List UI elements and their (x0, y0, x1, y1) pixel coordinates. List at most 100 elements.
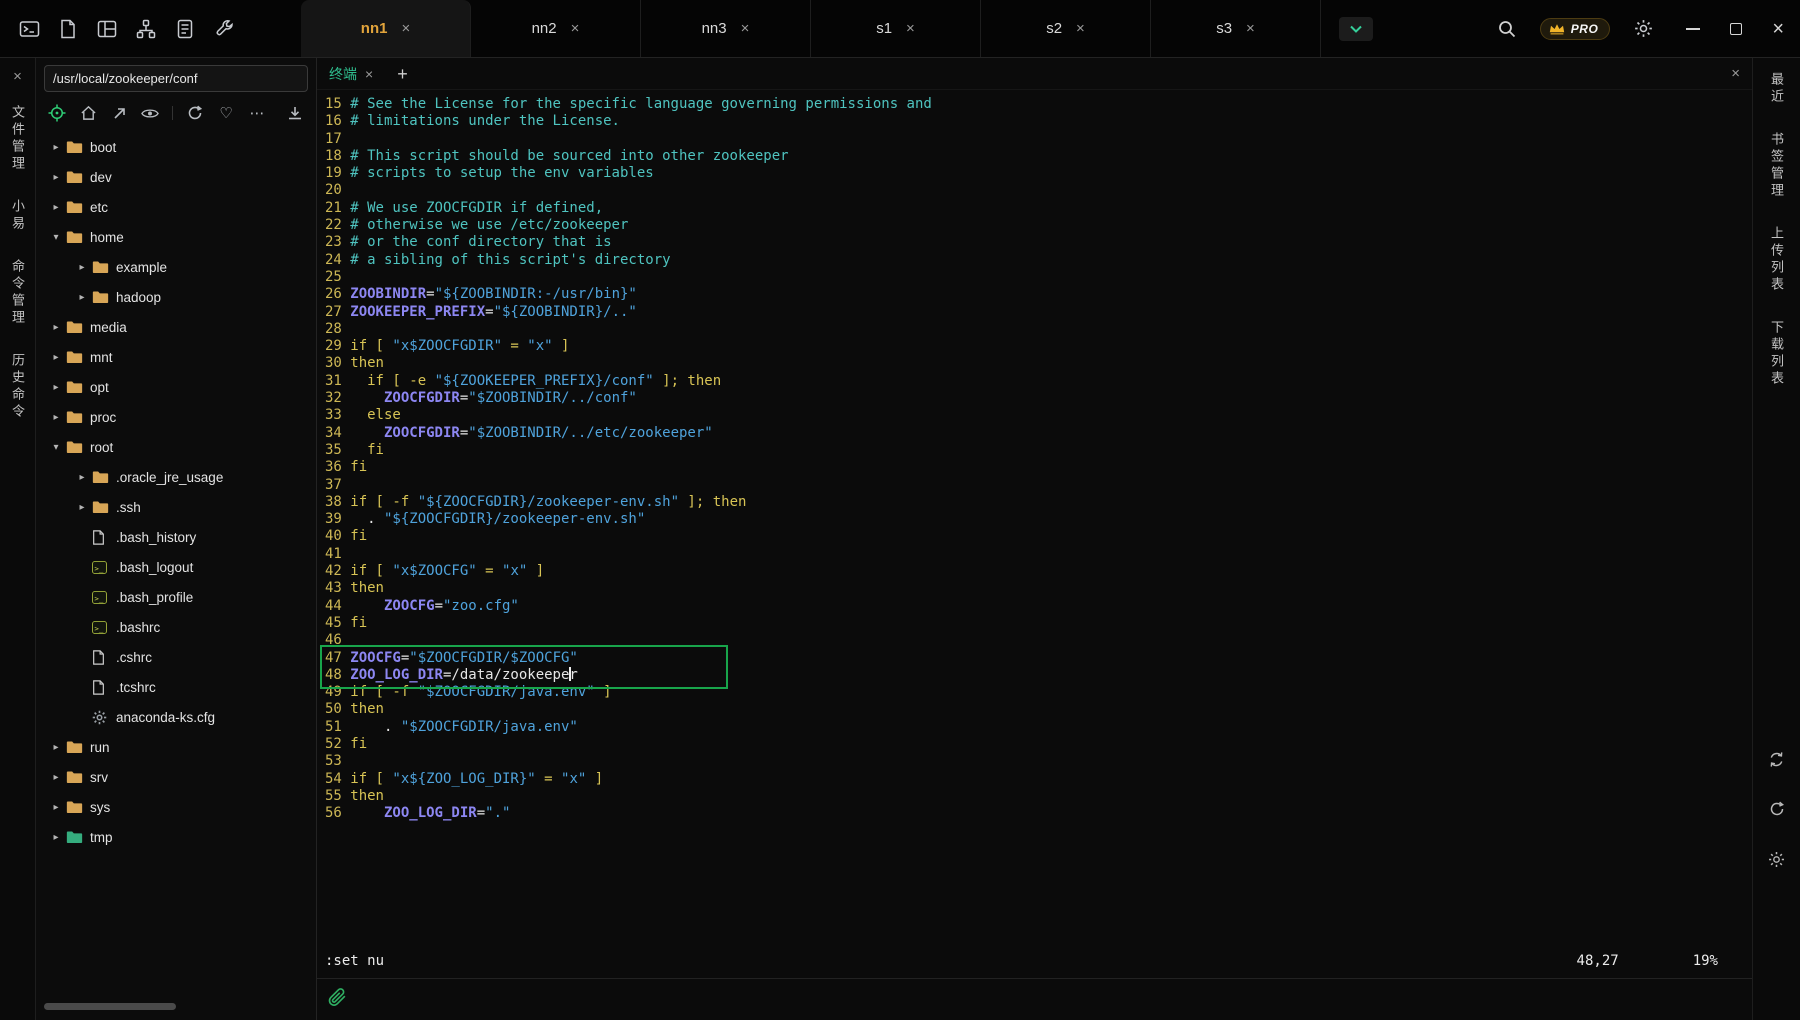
chevron-right-icon[interactable]: ▸ (72, 502, 92, 513)
tree-item-.bash_profile[interactable]: >_.bash_profile (36, 582, 316, 612)
session-tab-s1[interactable]: s1× (811, 0, 981, 57)
rail-item-left_rail-1[interactable]: 小易 (8, 199, 27, 233)
app-window: nn1×nn2×nn3×s1×s2× s3 × PRO × × (0, 0, 1800, 1020)
rail-item-right_rail-2[interactable]: 上传列表 (1767, 226, 1786, 294)
terminal-line-27: 27ZOOKEEPER_PREFIX="${ZOOBINDIR}/.." (325, 304, 1752, 321)
rail-item-left_rail-2[interactable]: 命令管理 (8, 259, 27, 327)
panel-close-icon[interactable]: × (13, 68, 22, 85)
terminal-screen[interactable]: 15# See the License for the specific lan… (317, 90, 1752, 978)
maximize-button[interactable] (1730, 23, 1742, 35)
home-icon[interactable] (79, 104, 97, 122)
tab-close-icon[interactable]: × (571, 20, 580, 37)
tree-item-srv[interactable]: ▸srv (36, 762, 316, 792)
chevron-right-icon[interactable]: ▸ (46, 382, 66, 393)
session-tab-nn1[interactable]: nn1× (301, 0, 471, 57)
tree-item-.ssh[interactable]: ▸.ssh (36, 492, 316, 522)
tree-item-etc[interactable]: ▸etc (36, 192, 316, 222)
tree-item-.cshrc[interactable]: .cshrc (36, 642, 316, 672)
tree-item-tmp[interactable]: ▸tmp (36, 822, 316, 852)
new-file-icon[interactable] (57, 18, 79, 40)
tab-list-dropdown[interactable] (1339, 17, 1373, 41)
favorite-heart-icon[interactable]: ♡ (217, 104, 235, 122)
tree-item-.tcshrc[interactable]: .tcshrc (36, 672, 316, 702)
tree-item-dev[interactable]: ▸dev (36, 162, 316, 192)
tree-item-proc[interactable]: ▸proc (36, 402, 316, 432)
pro-badge[interactable]: PRO (1540, 18, 1611, 40)
chevron-right-icon[interactable]: ▸ (72, 292, 92, 303)
toolbar-divider (172, 106, 173, 120)
chevron-right-icon[interactable]: ▸ (46, 322, 66, 333)
layout-icon[interactable] (96, 18, 118, 40)
folder-icon (66, 770, 90, 784)
attachment-icon[interactable] (327, 987, 347, 1012)
close-button[interactable]: × (1772, 19, 1784, 39)
rail-item-left_rail-0[interactable]: 文件管理 (8, 105, 27, 173)
locate-target-icon[interactable] (48, 104, 66, 122)
tab-close-icon[interactable]: × (1246, 20, 1255, 37)
chevron-right-icon[interactable]: ▸ (46, 772, 66, 783)
sync-icon[interactable] (1766, 748, 1788, 770)
rail-item-right_rail-0[interactable]: 最近 (1767, 72, 1786, 106)
chevron-right-icon[interactable]: ▸ (46, 742, 66, 753)
tree-item-boot[interactable]: ▸boot (36, 132, 316, 162)
horizontal-scrollbar[interactable] (44, 1003, 176, 1010)
terminal-panel-close-icon[interactable]: × (1731, 65, 1740, 82)
chevron-right-icon[interactable]: ▸ (46, 352, 66, 363)
terminal-tab[interactable]: 终端 (329, 64, 357, 84)
tab-label: s3 (1216, 20, 1232, 37)
session-tab-nn2[interactable]: nn2× (471, 0, 641, 57)
tree-item-root[interactable]: ▾root (36, 432, 316, 462)
tree-item-example[interactable]: ▸example (36, 252, 316, 282)
tree-item-.bash_logout[interactable]: >_.bash_logout (36, 552, 316, 582)
settings-gear-icon[interactable] (1766, 848, 1788, 870)
tree-item-media[interactable]: ▸media (36, 312, 316, 342)
tab-close-icon[interactable]: × (401, 20, 410, 37)
tree-item-.bashrc[interactable]: >_.bashrc (36, 612, 316, 642)
chevron-right-icon[interactable]: ▸ (46, 142, 66, 153)
terminal-console-icon[interactable] (18, 18, 40, 40)
tab-close-icon[interactable]: × (906, 20, 915, 37)
chevron-right-icon[interactable]: ▸ (46, 412, 66, 423)
session-tab-s2[interactable]: s2× (981, 0, 1151, 57)
tree-item-.oracle_jre_usage[interactable]: ▸.oracle_jre_usage (36, 462, 316, 492)
tree-item-mnt[interactable]: ▸mnt (36, 342, 316, 372)
tree-item-run[interactable]: ▸run (36, 732, 316, 762)
sitemap-icon[interactable] (135, 18, 157, 40)
rail-item-right_rail-1[interactable]: 书签管理 (1767, 132, 1786, 200)
chevron-right-icon[interactable]: ▸ (46, 202, 66, 213)
tab-close-icon[interactable]: × (741, 20, 750, 37)
more-options-icon[interactable]: ⋯ (248, 104, 266, 122)
refresh-icon[interactable] (186, 104, 204, 122)
chevron-right-icon[interactable]: ▸ (72, 262, 92, 273)
wrench-icon[interactable] (213, 18, 235, 40)
tree-item-sys[interactable]: ▸sys (36, 792, 316, 822)
chevron-right-icon[interactable]: ▸ (46, 832, 66, 843)
download-icon[interactable] (286, 104, 304, 122)
tree-item-opt[interactable]: ▸opt (36, 372, 316, 402)
settings-gear-icon[interactable] (1632, 18, 1654, 40)
path-input[interactable] (44, 65, 308, 92)
terminal-tab-close-icon[interactable]: × (365, 66, 373, 82)
rail-item-left_rail-3[interactable]: 历史命令 (8, 353, 27, 421)
document-icon[interactable] (174, 18, 196, 40)
chevron-right-icon[interactable]: ▸ (46, 802, 66, 813)
tree-item-hadoop[interactable]: ▸hadoop (36, 282, 316, 312)
chevron-right-icon[interactable]: ▸ (46, 172, 66, 183)
refresh-icon[interactable] (1766, 798, 1788, 820)
tree-item-home[interactable]: ▾home (36, 222, 316, 252)
session-tab-nn3[interactable]: nn3× (641, 0, 811, 57)
chevron-down-icon[interactable]: ▾ (46, 232, 66, 243)
tree-item-.bash_history[interactable]: .bash_history (36, 522, 316, 552)
rail-item-right_rail-3[interactable]: 下载列表 (1767, 320, 1786, 388)
preview-eye-icon[interactable] (141, 104, 159, 122)
chevron-down-icon[interactable]: ▾ (46, 442, 66, 453)
terminal-line-54: 54if [ "x${ZOO_LOG_DIR}" = "x" ] (325, 771, 1752, 788)
chevron-right-icon[interactable]: ▸ (72, 472, 92, 483)
search-icon[interactable] (1496, 18, 1518, 40)
tree-item-anaconda-ks.cfg[interactable]: anaconda-ks.cfg (36, 702, 316, 732)
new-terminal-button[interactable]: + (397, 65, 408, 83)
minimize-button[interactable] (1686, 28, 1700, 30)
jump-arrow-icon[interactable] (110, 104, 128, 122)
tab-close-icon[interactable]: × (1076, 20, 1085, 37)
session-tab-s3[interactable]: s3 × (1151, 0, 1321, 57)
